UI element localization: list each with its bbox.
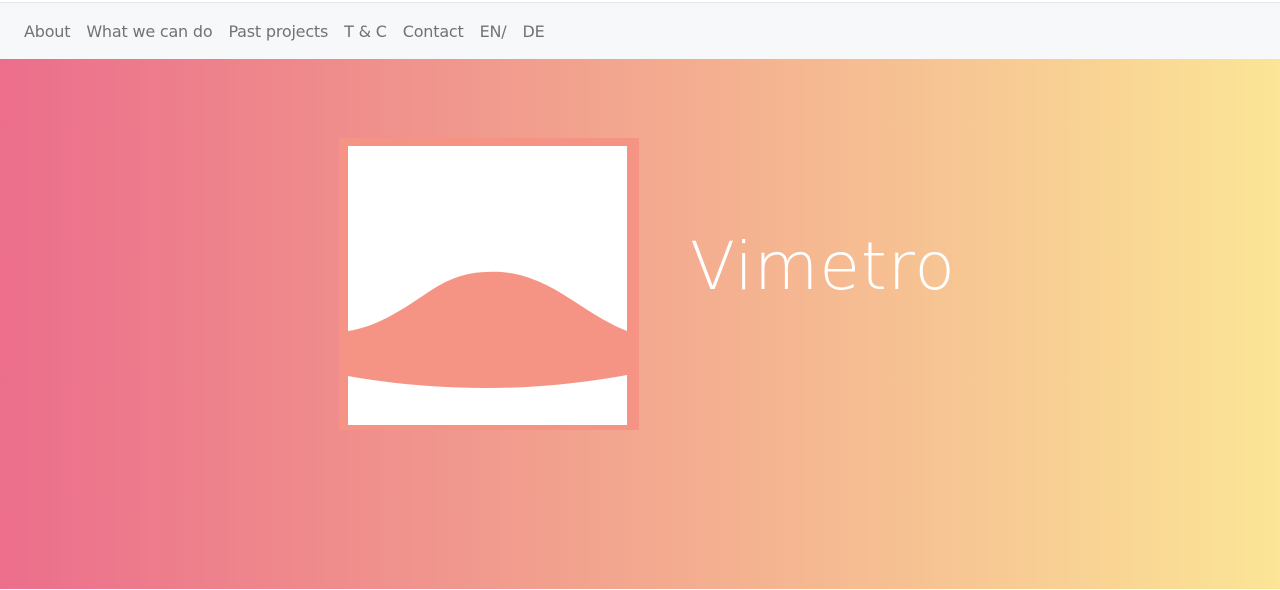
nav-item-what-we-can-do[interactable]: What we can do (86, 22, 212, 41)
language-switch-de[interactable]: DE (522, 22, 544, 41)
nav-item-about[interactable]: About (24, 22, 71, 41)
top-navbar: About What we can do Past projects T & C… (0, 2, 1280, 59)
nav-item-past-projects[interactable]: Past projects (228, 22, 328, 41)
brand-name: Vimetro (690, 228, 956, 305)
wave-logo-icon (339, 138, 639, 430)
hero-banner: Vimetro (0, 59, 1280, 589)
nav-item-contact[interactable]: Contact (403, 22, 464, 41)
language-switch-en[interactable]: EN/ (480, 22, 507, 41)
page: About What we can do Past projects T & C… (0, 0, 1280, 590)
nav-item-terms-and-conditions[interactable]: T & C (344, 22, 387, 41)
